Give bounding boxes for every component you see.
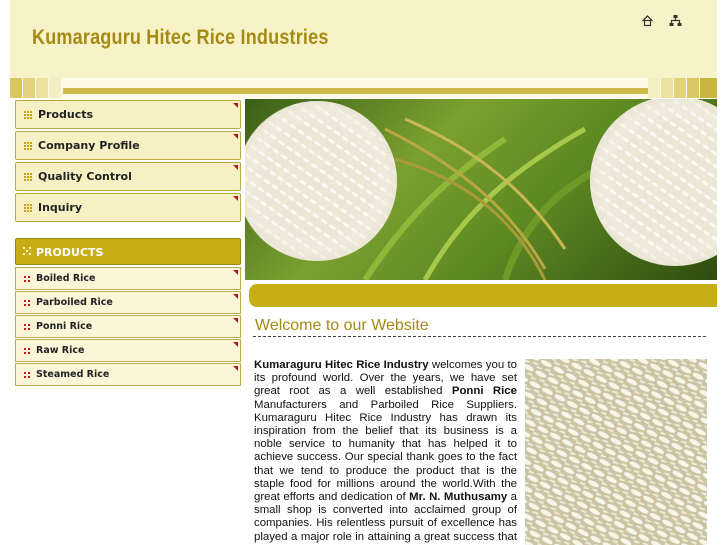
grid-bullet-icon <box>24 204 32 212</box>
grid-bullet-icon <box>24 111 32 119</box>
intro-text: Kumaraguru Hitec Rice Industry welcomes … <box>254 359 517 545</box>
product-item-raw-rice[interactable]: Raw Rice <box>15 339 241 362</box>
nav-item-label: Products <box>38 108 94 121</box>
product-item-label: Parboiled Rice <box>36 297 113 308</box>
grid-bullet-icon <box>23 247 31 255</box>
corner-marker <box>233 270 238 275</box>
grid-bullet-icon <box>24 372 30 378</box>
product-item-label: Raw Rice <box>36 345 85 356</box>
rice-field-illustration <box>245 99 717 280</box>
product-item-boiled-rice[interactable]: Boiled Rice <box>15 267 241 290</box>
corner-marker <box>233 134 238 139</box>
site-title: Kumaraguru Hitec Rice Industries <box>32 26 329 49</box>
divider <box>253 336 706 337</box>
rice-grains-photo <box>525 359 707 545</box>
intro-text-part: Manufacturers and Parboiled Rice Supplie… <box>254 398 517 504</box>
grid-bullet-icon <box>24 276 30 282</box>
decorative-stripe <box>10 78 717 98</box>
grid-bullet-icon <box>24 142 32 150</box>
grid-bullet-icon <box>24 348 30 354</box>
nav-item-products[interactable]: Products <box>15 100 241 129</box>
nav-item-company-profile[interactable]: Company Profile <box>15 131 241 160</box>
grid-bullet-icon <box>24 300 30 306</box>
products-list: Boiled Rice Parboiled Rice Ponni Rice Ra… <box>15 267 241 387</box>
product-item-label: Ponni Rice <box>36 321 93 332</box>
page-frame: Kumaraguru Hitec Rice Industries Product… <box>10 0 717 545</box>
products-heading-label: PRODUCTS <box>36 246 104 259</box>
corner-marker <box>233 366 238 371</box>
banner-image <box>245 99 717 280</box>
home-icon[interactable] <box>641 14 654 27</box>
sitemap-icon[interactable] <box>669 14 682 27</box>
nav-item-inquiry[interactable]: Inquiry <box>15 193 241 222</box>
content-header-bar <box>249 284 717 307</box>
nav-item-label: Quality Control <box>38 170 132 183</box>
nav-item-label: Inquiry <box>38 201 82 214</box>
product-item-parboiled-rice[interactable]: Parboiled Rice <box>15 291 241 314</box>
header: Kumaraguru Hitec Rice Industries <box>10 0 717 78</box>
product-item-steamed-rice[interactable]: Steamed Rice <box>15 363 241 386</box>
grid-bullet-icon <box>24 173 32 181</box>
rice-grains-illustration <box>525 359 707 545</box>
corner-marker <box>233 318 238 323</box>
nav-item-label: Company Profile <box>38 139 140 152</box>
ponni-rice-highlight: Ponni Rice <box>451 385 517 398</box>
company-name: Kumaraguru Hitec Rice Industry <box>254 359 429 371</box>
corner-marker <box>233 165 238 170</box>
corner-marker <box>233 196 238 201</box>
product-item-ponni-rice[interactable]: Ponni Rice <box>15 315 241 338</box>
product-item-label: Boiled Rice <box>36 273 96 284</box>
corner-marker <box>233 342 238 347</box>
corner-marker <box>233 294 238 299</box>
welcome-heading: Welcome to our Website <box>255 317 429 334</box>
corner-marker <box>233 103 238 108</box>
founder-name: Mr. N. Muthusamy <box>409 491 508 504</box>
nav-item-quality-control[interactable]: Quality Control <box>15 162 241 191</box>
grid-bullet-icon <box>24 324 30 330</box>
main-nav: Products Company Profile Quality Control… <box>15 100 241 224</box>
products-heading: PRODUCTS <box>15 238 241 265</box>
product-item-label: Steamed Rice <box>36 369 110 380</box>
